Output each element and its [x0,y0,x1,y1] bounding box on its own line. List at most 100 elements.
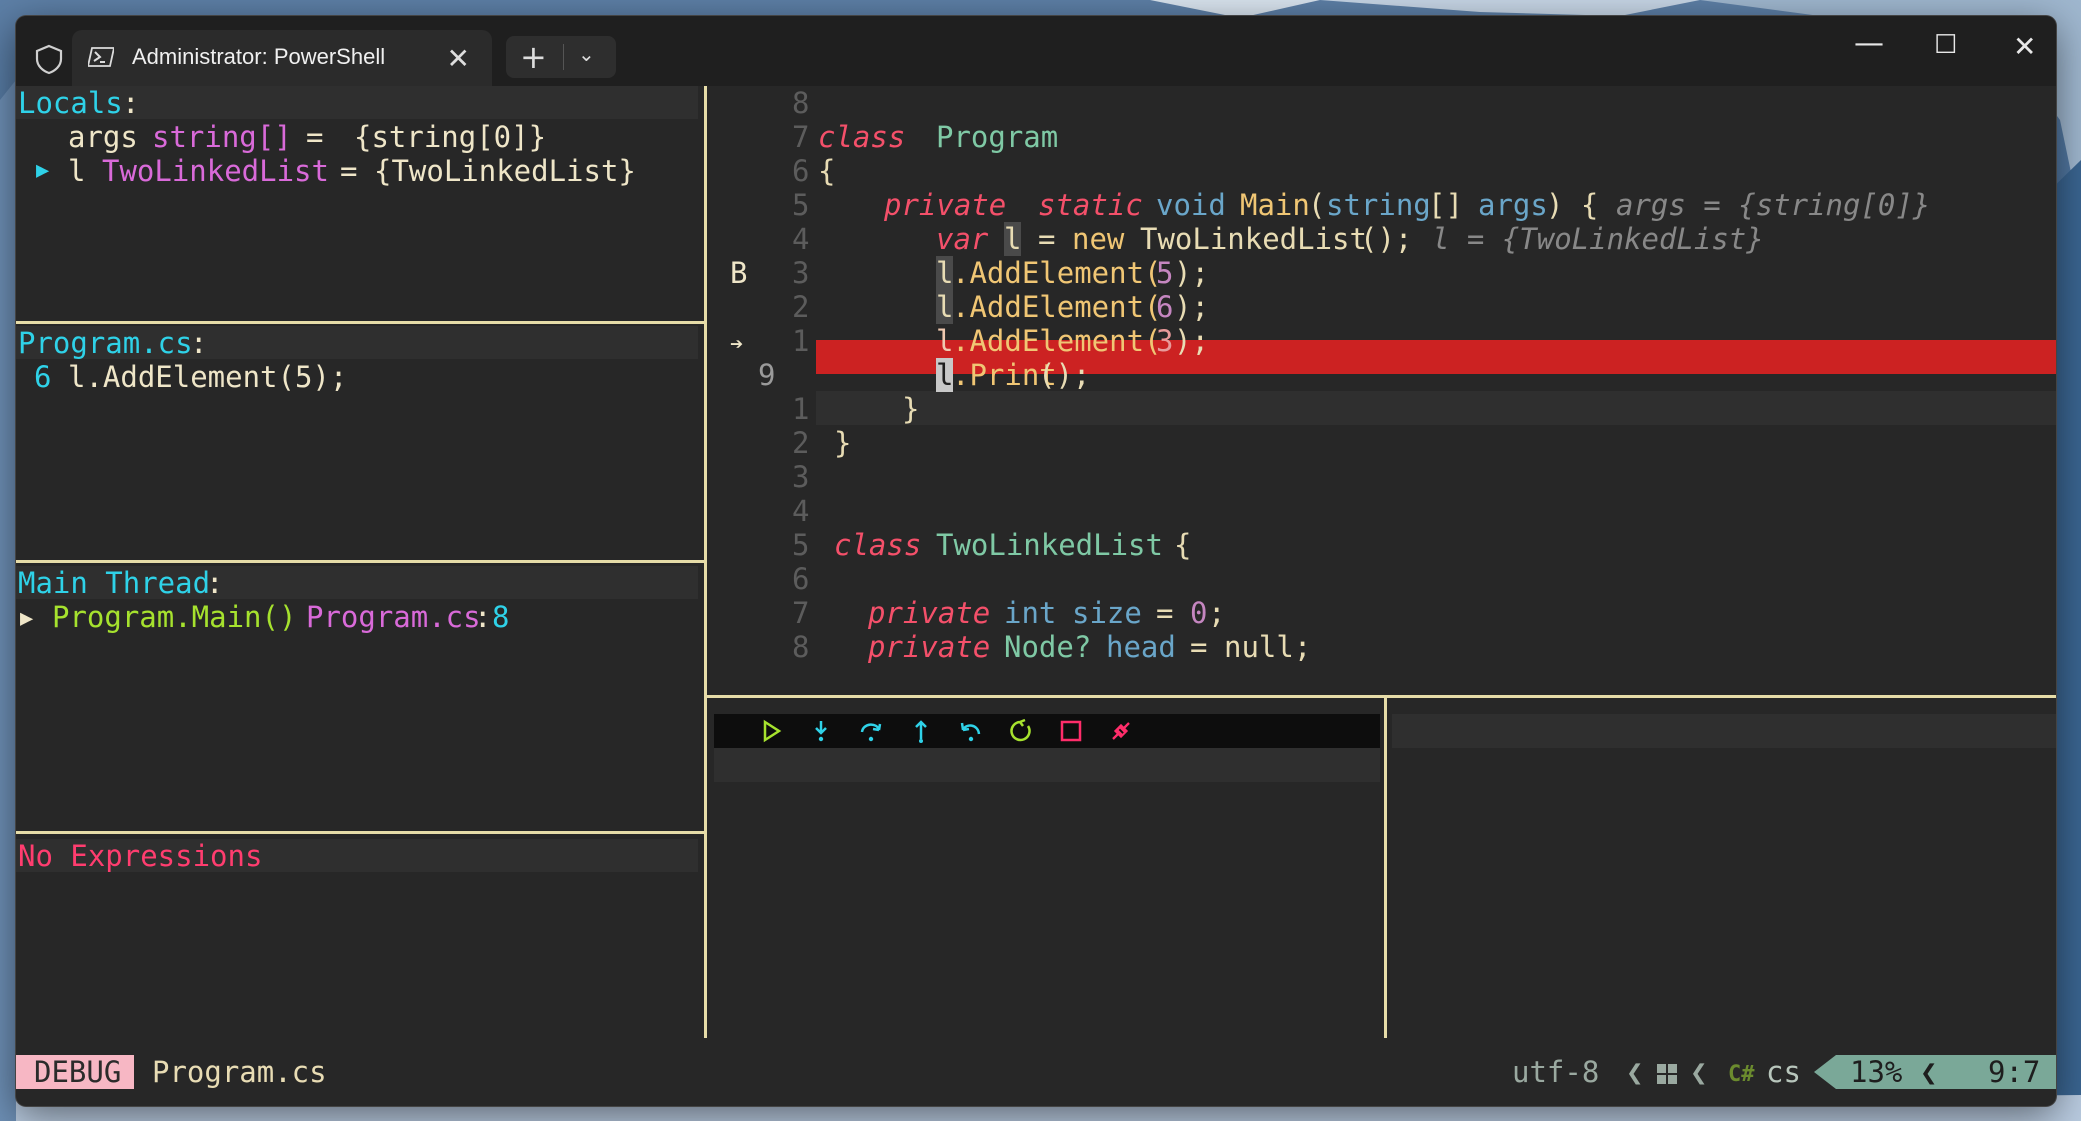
csharp-icon: C# [1728,1062,1755,1087]
line-number: 1 [792,324,810,358]
keyword: private [868,596,991,630]
powerline-arrow [1814,1055,1836,1089]
stop-icon[interactable] [1058,718,1084,744]
line-number: 6 [792,562,810,596]
identifier: l [936,290,954,324]
tab-powershell[interactable]: Administrator: PowerShell ✕ [72,30,492,86]
line-number: 8 [792,86,810,120]
new-tab-group: + ⌄ [506,36,616,78]
identifier: l [936,324,954,358]
text-cursor: l [936,358,954,392]
punct: [] [1428,188,1463,222]
punct: (); [1038,358,1091,392]
mode-badge: DEBUG [16,1055,134,1089]
close-window-button[interactable]: ✕ [2013,30,2036,63]
breakpoint-line: 6 [34,360,52,394]
step-out-icon[interactable] [908,718,934,744]
locals-header: Locals [18,86,123,120]
colon: : [190,326,208,360]
inline-value-hint: args = {string[0]} [1616,188,1931,222]
terminal-content: Locals : args string[] = {string[0]} ▶ l… [16,86,2056,1106]
punct: ) { [1546,188,1599,222]
line-number: 4 [792,494,810,528]
line-number: 2 [792,426,810,460]
repl-line[interactable] [714,748,1380,782]
punct: = [1156,596,1174,630]
type: int [1004,596,1057,630]
minimize-button[interactable]: — [1854,26,1884,61]
class-name: TwoLinkedList [1140,222,1367,256]
brace: { [1174,528,1192,562]
param: args [1478,188,1548,222]
powershell-icon [88,47,114,67]
keyword: private [868,630,991,664]
keyword: new [1072,222,1125,256]
punct: ); [1174,290,1209,324]
brace: } [834,426,852,460]
status-separator: ❮ [1920,1055,1938,1089]
local-eq: = [306,120,324,154]
number: 0 [1190,596,1208,630]
keyword: null; [1224,630,1312,664]
keyword: private [884,188,1007,222]
status-percent: 13% [1850,1055,1903,1089]
status-cursor-position: 9:7 [1988,1055,2041,1089]
line-number: 3 [792,256,810,290]
type: void [1156,188,1226,222]
thread-header: Main Thread [18,566,211,600]
shield-icon [35,44,63,75]
line-number: 5 [792,528,810,562]
console-line[interactable] [1392,714,2056,748]
line-number: 2 [792,290,810,324]
type: Node? [1004,630,1092,664]
identifier: l [1004,222,1022,256]
brace: { [818,154,836,188]
keyword: class [834,528,922,562]
brace: } [902,392,920,426]
punct: = [1190,630,1208,664]
number: 5 [1156,256,1174,290]
breakpoint-marker[interactable]: B [730,256,747,290]
pane-divider [707,695,2056,698]
punct: = [1038,222,1056,256]
line-number: 3 [792,460,810,494]
line-number: 7 [792,596,810,630]
colon: : [206,566,224,600]
expressions-empty: No Expressions [18,839,263,873]
local-eq: = [340,154,358,188]
current-line-number: 9 [758,358,776,392]
current-line-arrow-icon: ➔ [730,332,744,357]
disconnect-icon[interactable] [1108,718,1134,744]
field: head [1106,630,1176,664]
continue-icon[interactable] [758,718,784,744]
pane-divider [16,560,704,563]
chevron-down-icon[interactable]: ⌄ [578,42,595,66]
line-number: 8 [792,630,810,664]
pane-divider [16,321,704,324]
expand-icon[interactable]: ▶ [20,602,33,636]
step-over-icon[interactable] [858,718,884,744]
mode-label: DEBUG [34,1055,122,1089]
title-bar: Administrator: PowerShell ✕ + ⌄ — ☐ ✕ [16,16,2056,86]
punct: ; [1208,596,1226,630]
method-name: Main [1240,188,1310,222]
close-tab-icon[interactable]: ✕ [447,42,470,75]
status-separator: ❮ [1626,1055,1644,1089]
local-name: args [68,120,138,154]
pane-divider-vertical [704,86,707,1038]
divider [563,44,564,70]
frame-file: Program.cs [306,600,481,634]
restart-icon[interactable] [1008,718,1034,744]
new-tab-button[interactable]: + [520,38,547,76]
step-into-icon[interactable] [808,718,834,744]
expand-icon[interactable]: ▶ [36,154,49,188]
breakpoint-code: l.AddElement(5); [68,360,348,394]
inline-value-hint: l = {TwoLinkedList} [1432,222,1764,256]
breakpoint-file: Program.cs [18,326,193,360]
step-back-icon[interactable] [958,718,984,744]
local-name: l [68,154,86,188]
maximize-button[interactable]: ☐ [1934,30,1957,60]
status-filetype: cs [1766,1055,1801,1089]
punct: ( [1308,188,1326,222]
local-type: string[] [152,120,292,154]
